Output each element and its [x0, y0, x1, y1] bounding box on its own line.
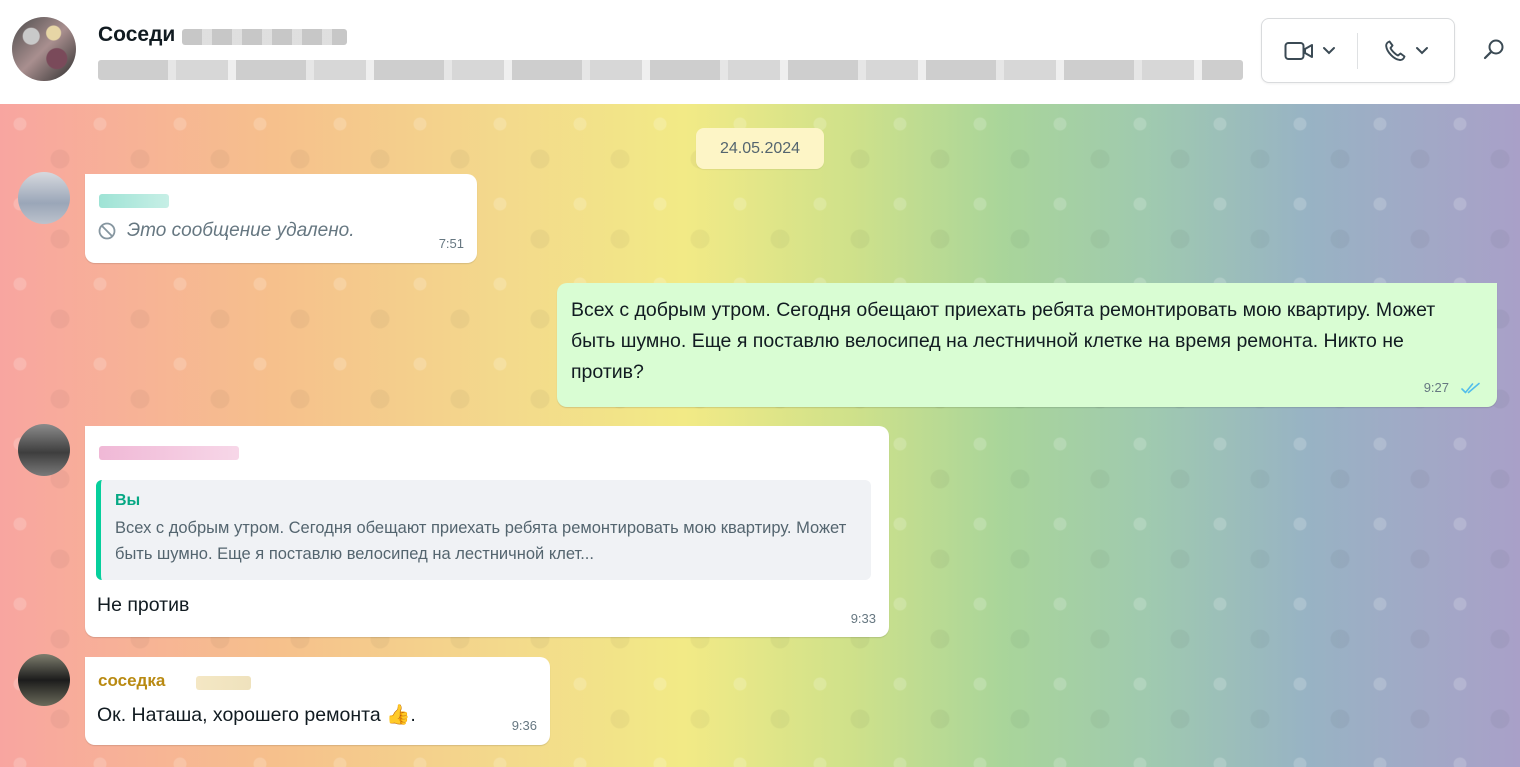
message-bubble-incoming[interactable]: Вы Всех с добрым утром. Сегодня обещают …: [85, 426, 889, 637]
message-bubble-incoming[interactable]: Это сообщение удалено. 7:51: [85, 174, 477, 263]
video-camera-icon: [1284, 41, 1313, 60]
message-text: Всех с добрым утром. Сегодня обещают при…: [571, 299, 1436, 383]
message-time: 9:27: [1423, 380, 1449, 395]
sender-avatar[interactable]: [18, 424, 70, 476]
deleted-message: Это сообщение удалено.: [97, 220, 355, 242]
sender-avatar[interactable]: [18, 654, 70, 706]
chevron-down-icon: [1416, 46, 1428, 54]
message-time: 9:36: [511, 718, 537, 733]
message-time: 9:33: [850, 611, 876, 626]
search-icon: [1483, 39, 1504, 60]
message-bubble-outgoing[interactable]: Всех с добрым утром. Сегодня обещают при…: [557, 283, 1497, 407]
video-call-button[interactable]: [1262, 19, 1358, 82]
voice-call-button[interactable]: [1358, 19, 1454, 82]
sender-avatar[interactable]: [18, 172, 70, 224]
sender-name-redacted: [196, 676, 251, 690]
call-buttons-group: [1261, 18, 1455, 83]
quoted-message[interactable]: Вы Всех с добрым утром. Сегодня обещают …: [96, 480, 871, 580]
message-text: Не против: [97, 594, 190, 616]
search-button[interactable]: [1478, 34, 1510, 66]
sender-name-redacted: [99, 446, 239, 460]
chat-header: Соседи: [0, 0, 1520, 104]
quote-text: Всех с добрым утром. Сегодня обещают при…: [115, 519, 847, 563]
title-redacted: [182, 29, 347, 45]
deleted-message-text: Это сообщение удалено.: [127, 220, 355, 241]
double-check-read-icon: [1461, 382, 1480, 394]
date-divider: 24.05.2024: [696, 128, 824, 169]
blocked-icon: [98, 222, 116, 240]
sender-name-redacted: [99, 194, 169, 208]
chat-title[interactable]: Соседи: [98, 23, 175, 47]
message-list[interactable]: 24.05.2024 Это сообщение удалено. 7:51 В…: [0, 104, 1520, 767]
participants-redacted[interactable]: [98, 60, 1243, 80]
group-avatar[interactable]: [12, 17, 76, 81]
message-time: 7:51: [438, 236, 464, 251]
quote-author: Вы: [115, 492, 141, 509]
message-text: Ок. Наташа, хорошего ремонта 👍.: [97, 704, 416, 726]
message-bubble-incoming[interactable]: соседка Ок. Наташа, хорошего ремонта 👍. …: [85, 657, 550, 745]
chevron-down-icon: [1323, 46, 1335, 54]
sender-name[interactable]: соседка: [98, 671, 165, 691]
phone-icon: [1385, 40, 1406, 61]
